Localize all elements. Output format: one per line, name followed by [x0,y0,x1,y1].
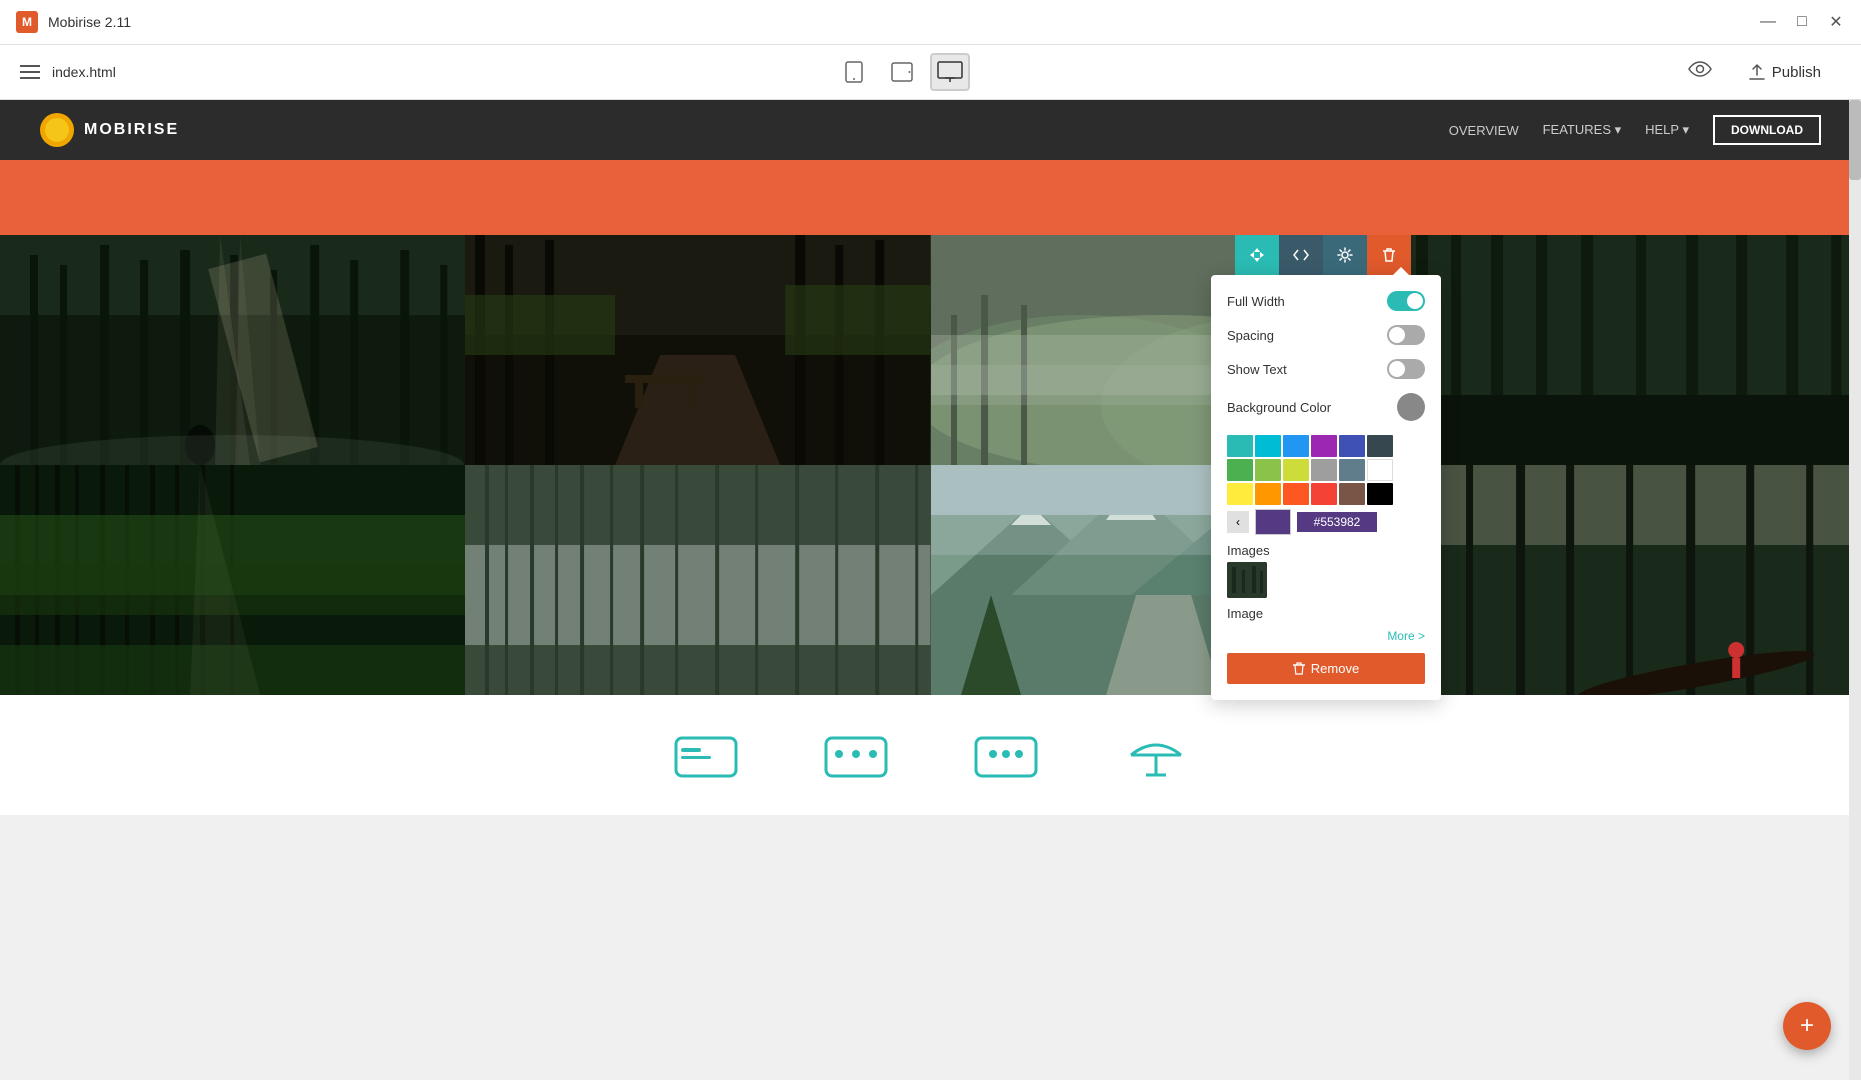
bg-color-row: Background Color [1227,393,1425,421]
add-block-fab[interactable]: + [1783,1002,1831,1050]
color-swatch-teal[interactable] [1227,435,1253,457]
full-width-row: Full Width [1227,291,1425,311]
show-text-label: Show Text [1227,362,1287,377]
more-link[interactable]: More > [1227,629,1425,643]
maximize-button[interactable]: □ [1793,13,1811,31]
bg-color-swatch[interactable] [1397,393,1425,421]
icons-section [0,695,1861,815]
block-toolbar [1235,235,1411,275]
settings-panel: Full Width Spacing Show Text Background … [1211,275,1441,700]
color-swatch-grey[interactable] [1311,459,1337,481]
color-swatch-red[interactable] [1311,483,1337,505]
color-input-row: ‹ #553982 [1227,509,1425,535]
device-switcher [834,53,970,91]
color-swatch-green[interactable] [1227,459,1253,481]
code-button[interactable] [1279,235,1323,275]
minimize-button[interactable]: — [1759,13,1777,31]
site-navigation: MOBIRISE OVERVIEW FEATURES ▾ HELP ▾ DOWN… [0,100,1861,160]
image-thumbs [1227,562,1425,598]
panel-arrow [1393,267,1409,275]
settings-button[interactable] [1323,235,1367,275]
icon-item-2 [821,730,891,780]
color-swatch-cyan[interactable] [1255,435,1281,457]
color-preview [1255,509,1291,535]
nav-links: OVERVIEW FEATURES ▾ HELP ▾ DOWNLOAD [1449,115,1821,145]
menu-button[interactable] [20,65,40,79]
remove-button[interactable]: Remove [1227,653,1425,684]
main-toolbar: index.html [0,45,1861,100]
nav-help[interactable]: HELP ▾ [1645,122,1689,138]
color-swatch-bluegrey[interactable] [1339,459,1365,481]
logo-icon [40,113,74,147]
show-text-row: Show Text [1227,359,1425,379]
title-bar: M Mobirise 2.11 — □ ✕ [0,0,1861,45]
color-swatch-deeporange[interactable] [1283,483,1309,505]
nav-download-button[interactable]: DOWNLOAD [1713,115,1821,145]
gallery-cell-2 [465,235,930,465]
color-swatch-black[interactable] [1367,483,1393,505]
color-hex-display[interactable]: #553982 [1297,512,1377,532]
color-swatch-orange[interactable] [1255,483,1281,505]
color-grid [1227,435,1425,505]
icon-item-3 [971,730,1041,780]
color-swatch-white[interactable] [1367,459,1393,481]
window-controls[interactable]: — □ ✕ [1759,13,1845,31]
color-swatch-lightgreen[interactable] [1255,459,1281,481]
color-swatch-purple[interactable] [1311,435,1337,457]
toolbar-right: Publish [1688,55,1841,89]
color-swatch-slate[interactable] [1367,435,1393,457]
toggle-knob [1407,293,1423,309]
sun-icon [45,118,69,142]
gallery-cell-8 [1396,465,1861,695]
toggle-knob-2 [1389,327,1405,343]
app-title: Mobirise 2.11 [48,14,131,30]
tablet-view-button[interactable] [882,53,922,91]
image-label-row: Image [1227,606,1425,621]
color-swatch-yellow[interactable] [1227,483,1253,505]
color-swatch-indigo[interactable] [1339,435,1365,457]
images-label: Images [1227,543,1270,558]
nav-features[interactable]: FEATURES ▾ [1543,122,1622,138]
publish-button[interactable]: Publish [1728,55,1841,89]
scrollbar[interactable] [1849,100,1861,1080]
move-block-button[interactable] [1235,235,1279,275]
spacing-toggle[interactable] [1387,325,1425,345]
icon-item-1 [671,730,741,780]
spacing-label: Spacing [1227,328,1274,343]
image-label: Image [1227,606,1263,621]
hero-section [0,160,1861,235]
show-text-toggle[interactable] [1387,359,1425,379]
images-row: Images [1227,543,1425,558]
color-swatch-lime[interactable] [1283,459,1309,481]
gallery-cell-4 [1396,235,1861,465]
bg-color-label: Background Color [1227,400,1331,415]
scrollbar-thumb[interactable] [1849,100,1861,180]
icon-item-4 [1121,730,1191,780]
mobile-view-button[interactable] [834,53,874,91]
image-thumb-1[interactable] [1227,562,1267,598]
full-width-label: Full Width [1227,294,1285,309]
gallery-grid [0,235,1861,695]
preview-area: MOBIRISE OVERVIEW FEATURES ▾ HELP ▾ DOWN… [0,100,1861,1080]
gallery-cell-1 [0,235,465,465]
spacing-row: Spacing [1227,325,1425,345]
file-name: index.html [52,64,116,80]
gallery-cell-6 [465,465,930,695]
color-prev-button[interactable]: ‹ [1227,511,1249,533]
site-logo: MOBIRISE [40,113,179,147]
close-button[interactable]: ✕ [1827,13,1845,31]
nav-overview[interactable]: OVERVIEW [1449,123,1519,138]
full-width-toggle[interactable] [1387,291,1425,311]
color-swatch-brown[interactable] [1339,483,1365,505]
title-bar-left: M Mobirise 2.11 [16,11,131,33]
desktop-view-button[interactable] [930,53,970,91]
preview-button[interactable] [1688,60,1712,84]
toggle-knob-3 [1389,361,1405,377]
toolbar-left: index.html [20,64,116,80]
app-logo: M [16,11,38,33]
gallery-cell-5 [0,465,465,695]
color-swatch-blue[interactable] [1283,435,1309,457]
